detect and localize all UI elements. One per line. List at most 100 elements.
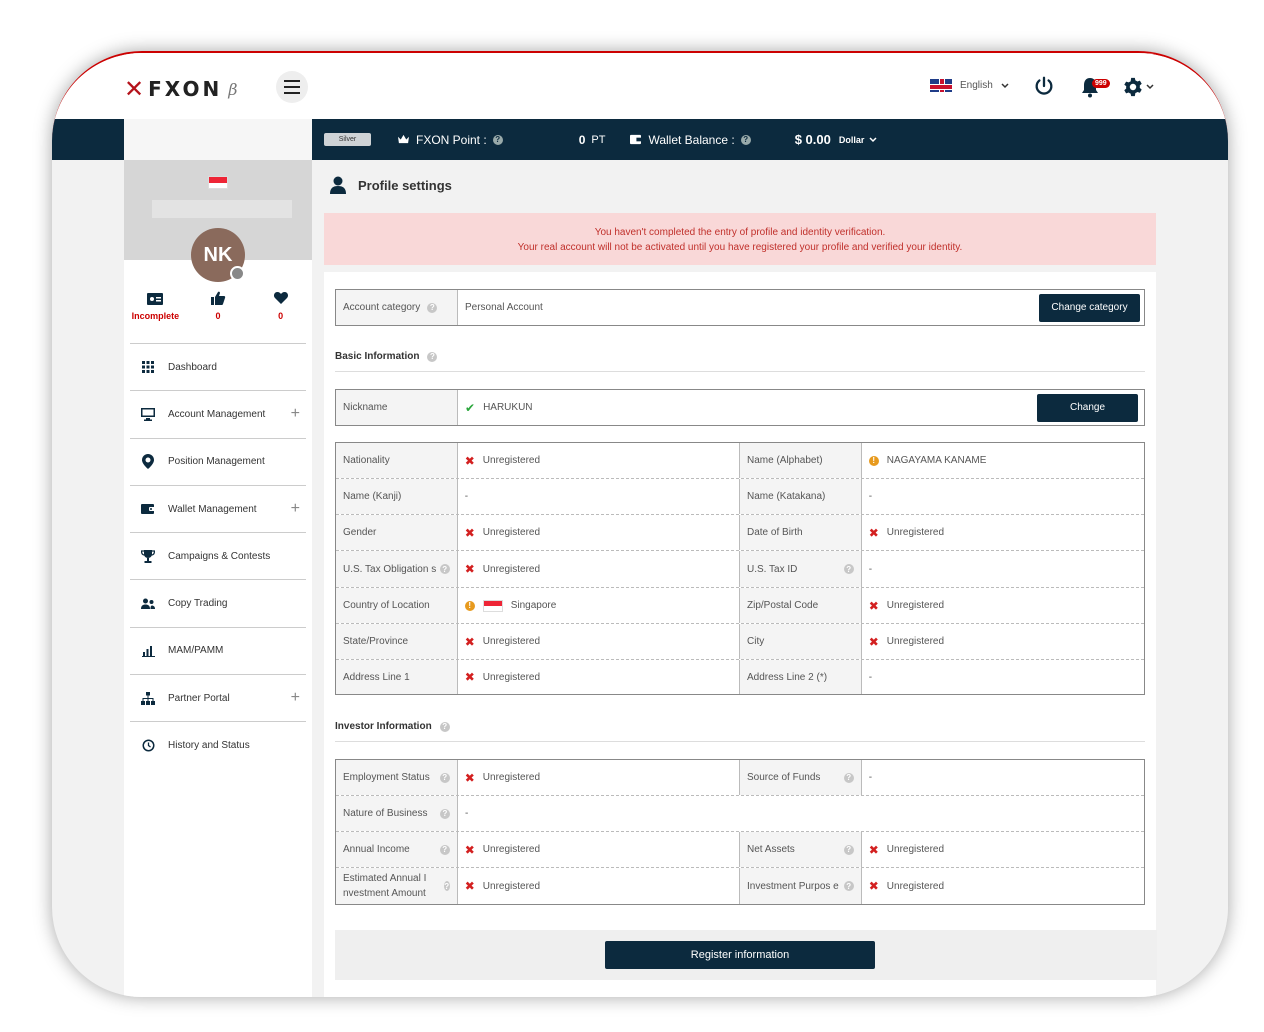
stat-favorites[interactable]: 0 xyxy=(249,290,312,322)
help-icon[interactable]: ? xyxy=(439,564,450,574)
sidebar-item-position-management[interactable]: Position Management xyxy=(130,437,306,485)
expand-plus-icon[interactable]: + xyxy=(291,500,300,518)
sidebar-item-mam-pamm[interactable]: MAM/PAMM xyxy=(130,626,306,674)
table-row: Nationality ✖ Unregistered Name (Alphabet)!… xyxy=(336,443,1144,478)
sidebar-item-account-management[interactable]: Account Management + xyxy=(130,390,306,437)
settings-menu[interactable] xyxy=(1122,76,1158,98)
help-icon[interactable]: ? xyxy=(843,772,854,783)
field-label: Address Line 1 xyxy=(336,660,458,694)
menu-toggle-button[interactable] xyxy=(276,71,308,103)
alert-line: Your real account will not be activated … xyxy=(517,242,963,253)
label-text: Gender xyxy=(343,527,377,538)
stat-likes[interactable]: 0 xyxy=(187,290,250,322)
fxon-point-unit: PT xyxy=(591,133,606,146)
field-value: ✖ Unregistered xyxy=(458,551,740,587)
sidebar-item-label: MAM/PAMM xyxy=(168,645,224,657)
register-information-button[interactable]: Register information xyxy=(605,941,875,969)
label-text: Date of Birth xyxy=(747,527,803,538)
sidebar-item-label: Dashboard xyxy=(168,361,217,373)
value-text: Unregistered xyxy=(886,527,945,538)
help-icon[interactable]: ? xyxy=(843,564,854,574)
sidebar-item-wallet-management[interactable]: Wallet Management + xyxy=(130,484,306,532)
camera-icon[interactable] xyxy=(230,266,245,281)
unregistered-x-icon: ✖ xyxy=(868,879,879,893)
field-value: ✖ Unregistered xyxy=(862,832,1144,867)
sidebar-item-label: Wallet Management xyxy=(168,503,257,515)
bar-chart-icon xyxy=(140,643,156,659)
field-label: Source of Funds? xyxy=(740,760,862,795)
avatar-initials: NK xyxy=(203,243,233,266)
help-icon[interactable]: ? xyxy=(439,844,450,855)
label-text: Name (Kanji) xyxy=(343,491,402,502)
value-text: Unregistered xyxy=(482,772,541,783)
field-label: Zip/Postal Code xyxy=(740,588,862,623)
change-nickname-button[interactable]: Change xyxy=(1037,393,1138,422)
fxon-point: FXON Point : ? xyxy=(397,133,503,147)
help-icon[interactable]: ? xyxy=(439,772,450,783)
field-label: Address Line 2 (*) xyxy=(740,660,862,694)
label-text: Address Line 1 xyxy=(343,671,410,683)
value-text: Personal Account xyxy=(465,302,543,313)
sidebar-item-copy-trading[interactable]: Copy Trading xyxy=(130,579,306,626)
sidebar-item-campaigns[interactable]: Campaigns & Contests xyxy=(130,532,306,579)
user-icon xyxy=(330,176,346,194)
field-label: State/Province xyxy=(336,624,458,659)
help-icon[interactable]: ? xyxy=(492,134,503,145)
value-text: - xyxy=(464,491,469,502)
expand-plus-icon[interactable]: + xyxy=(291,405,300,423)
table-row: Address Line 1 ✖ Unregistered Address Line … xyxy=(336,659,1144,694)
field-value: ✖ Unregistered xyxy=(458,624,740,659)
field-label: Date of Birth xyxy=(740,515,862,550)
help-icon[interactable]: ? xyxy=(427,351,438,362)
logo-beta: β xyxy=(228,79,238,99)
label-text: Account category xyxy=(343,302,421,313)
sidebar-item-label: Account Management xyxy=(168,408,266,420)
map-pin-icon xyxy=(140,454,156,470)
sidebar-item-dashboard[interactable]: Dashboard xyxy=(130,343,306,390)
unregistered-x-icon: ✖ xyxy=(464,879,475,893)
help-icon[interactable]: ? xyxy=(740,134,751,145)
field-label: Annual Income? xyxy=(336,832,458,867)
help-icon[interactable]: ? xyxy=(843,844,854,855)
sidebar-item-label: Partner Portal xyxy=(168,692,230,704)
check-icon: ✔ xyxy=(465,400,476,415)
field-value: - xyxy=(862,479,1144,514)
value-text: Unregistered xyxy=(482,671,541,683)
help-icon[interactable]: ? xyxy=(440,808,450,819)
help-icon[interactable]: ? xyxy=(439,721,450,732)
notification-badge: 999 xyxy=(1092,79,1110,88)
sidebar-item-partner-portal[interactable]: Partner Portal + xyxy=(130,674,306,721)
field-label: Name (Alphabet) xyxy=(740,443,862,478)
clock-icon xyxy=(140,738,156,754)
stat-label: 0 xyxy=(278,311,284,321)
field-value: - xyxy=(862,760,1144,795)
expand-plus-icon[interactable]: + xyxy=(291,689,300,707)
value-text: - xyxy=(868,671,873,683)
language-selector[interactable]: English xyxy=(930,79,1009,92)
section-title-text: Investor Information xyxy=(335,721,432,732)
power-icon[interactable] xyxy=(1033,75,1055,97)
help-icon[interactable]: ? xyxy=(843,881,854,891)
unregistered-x-icon: ✖ xyxy=(464,562,475,576)
help-icon[interactable]: ? xyxy=(427,302,438,313)
table-row: Employment Status? ✖ Unregistered Source of… xyxy=(336,760,1144,795)
sidebar: NK Incomplete 0 0 Dashboard Account Mana… xyxy=(124,160,312,997)
fxon-logo[interactable]: ✕ FXON β xyxy=(124,75,237,103)
label-text: Net Assets xyxy=(747,844,795,855)
org-chart-icon xyxy=(140,690,156,706)
stat-verification[interactable]: Incomplete xyxy=(124,290,187,322)
unregistered-x-icon: ✖ xyxy=(868,634,879,649)
sidebar-item-history-status[interactable]: History and Status xyxy=(130,721,306,768)
account-status-bar: Silver FXON Point : ? 0 PT Wallet Balanc… xyxy=(52,119,1228,160)
field-label: Employment Status? xyxy=(336,760,458,795)
change-category-button[interactable]: Change category xyxy=(1039,293,1140,322)
value-text: Unregistered xyxy=(482,455,541,466)
heart-icon xyxy=(273,292,288,304)
uk-flag-icon xyxy=(930,79,952,92)
warning-icon: ! xyxy=(868,455,879,466)
value-text: - xyxy=(868,772,873,783)
wallet-balance-label: Wallet Balance : xyxy=(648,132,735,147)
sidebar-item-label: Copy Trading xyxy=(168,598,228,610)
help-icon[interactable]: ? xyxy=(443,881,450,891)
currency-selector[interactable]: Dollar xyxy=(839,135,878,145)
